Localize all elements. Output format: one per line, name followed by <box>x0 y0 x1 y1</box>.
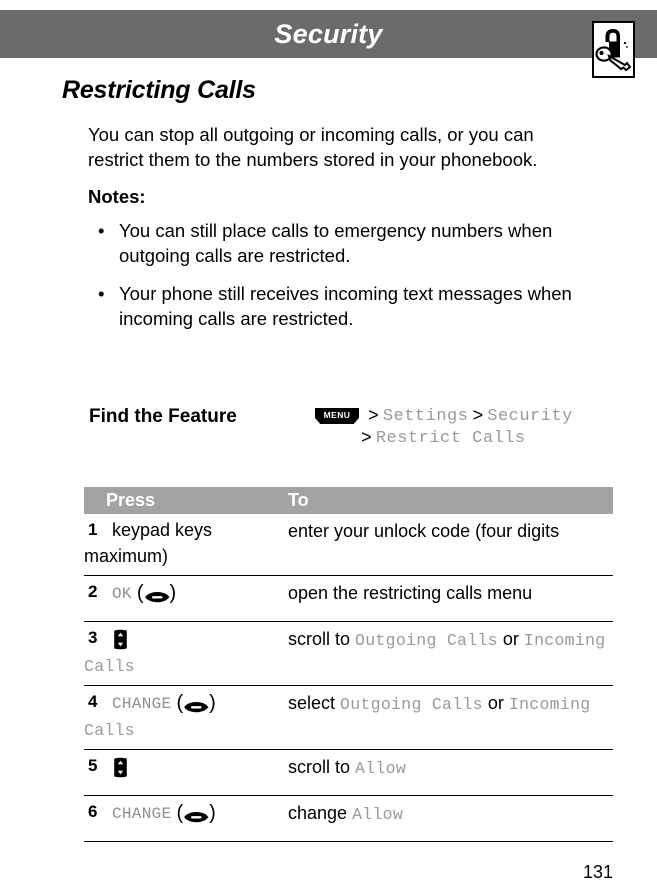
step-number: 5 <box>88 756 98 775</box>
padlock-and-key-glyph <box>595 29 632 72</box>
notes-list: • You can still place calls to emergency… <box>88 218 608 331</box>
table-body: 1 keypad keys enter your unlock code (four… <box>84 514 613 842</box>
bullet-icon: • <box>98 220 105 241</box>
to-text: scroll to <box>288 757 356 777</box>
to-mono-token: Allow <box>352 805 404 824</box>
to-cell: scroll to Allow <box>288 757 407 778</box>
notes-label: Notes: <box>88 186 146 207</box>
softkey-icon <box>183 806 209 823</box>
step-number: 3 <box>88 628 98 647</box>
press-cell <box>112 754 282 779</box>
scroll-key-icon <box>112 757 129 778</box>
path-segment-security: Security <box>487 407 573 426</box>
softkey-icon <box>144 586 170 603</box>
padlock-and-key-icon <box>592 21 635 78</box>
step-number: 6 <box>88 802 98 821</box>
note-text: You can still place calls to emergency n… <box>119 220 553 266</box>
menu-key-label: MENU <box>323 410 351 420</box>
close-paren: ) <box>209 801 216 824</box>
to-mono-token: Outgoing Calls <box>355 631 498 650</box>
procedure-table: Press To 1 keypad keys enter your unlock c… <box>84 487 613 842</box>
body-content: You can stop all outgoing or incoming ca… <box>88 122 608 344</box>
intro-paragraph: You can stop all outgoing or incoming ca… <box>88 124 538 170</box>
to-mono-token: Allow <box>355 759 407 778</box>
open-paren: ( <box>176 691 184 714</box>
to-text: or <box>497 629 524 649</box>
press-label: CHANGE <box>112 695 172 713</box>
press-label: OK <box>112 585 132 603</box>
table-row: 3 scroll to Outgoing Calls or Incoming Ca… <box>84 622 613 686</box>
step-number: 2 <box>88 582 98 601</box>
to-cell: open the restricting calls menu <box>288 583 532 603</box>
table-header-row: Press To <box>84 487 613 514</box>
softkey-icon <box>183 696 209 713</box>
find-the-feature-path: MENU > Settings > Security > Restrict Calls <box>315 406 615 450</box>
to-mono-token: Outgoing Calls <box>340 695 483 714</box>
list-item: • Your phone still receives incoming tex… <box>88 281 609 331</box>
page-title: Security <box>274 19 383 49</box>
press-label: keypad keys <box>112 520 213 540</box>
bullet-icon: • <box>98 283 105 304</box>
close-paren: ) <box>209 691 216 714</box>
note-text: Your phone still receives incoming text … <box>119 283 572 329</box>
close-paren: ) <box>169 581 177 604</box>
scroll-key-icon <box>112 629 129 650</box>
open-paren: ( <box>136 581 144 604</box>
column-header-press: Press <box>106 490 156 510</box>
column-header-to: To <box>288 490 309 510</box>
to-text: or <box>482 693 509 713</box>
to-text: open the restricting calls menu <box>288 583 533 603</box>
table-row: 4 CHANGE () select Outgoing Calls or Incom… <box>84 686 613 750</box>
path-separator: > <box>368 407 379 427</box>
section-heading: Restricting Calls <box>62 76 256 104</box>
find-the-feature-label: Find the Feature <box>89 406 237 427</box>
press-cell: CHANGE () <box>112 690 282 717</box>
path-separator: > <box>361 429 372 449</box>
step-number: 1 <box>88 520 98 539</box>
press-label: CHANGE <box>112 805 172 823</box>
list-item: • You can still place calls to emergency… <box>88 218 609 268</box>
open-paren: ( <box>176 801 184 824</box>
press-cell <box>112 626 282 651</box>
path-segment-restrict-calls: Restrict Calls <box>375 429 526 448</box>
press-cell: OK () <box>112 580 282 607</box>
to-text: scroll to <box>288 629 356 649</box>
press-cell: CHANGE () <box>112 800 282 827</box>
to-text: change <box>288 803 353 823</box>
feature-path-line-2: > Restrict Calls <box>315 428 615 450</box>
table-row: 2 OK () open the restricting calls menu <box>84 576 613 622</box>
feature-path-line-1: MENU > Settings > Security <box>315 406 615 428</box>
path-separator: > <box>472 407 484 427</box>
table-row: 1 keypad keys enter your unlock code (four… <box>84 514 613 576</box>
page-number: 131 <box>582 862 613 882</box>
table-row: 6 CHANGE () change Allow <box>84 796 613 842</box>
path-segment-settings: Settings <box>382 407 469 426</box>
to-text: select <box>288 693 341 713</box>
step-number: 4 <box>88 692 98 711</box>
menu-key-icon: MENU <box>315 408 359 424</box>
to-cell: change Allow <box>288 803 404 824</box>
press-cell: keypad keys <box>112 518 282 543</box>
table-row: 5 scroll to Allow <box>84 750 613 796</box>
